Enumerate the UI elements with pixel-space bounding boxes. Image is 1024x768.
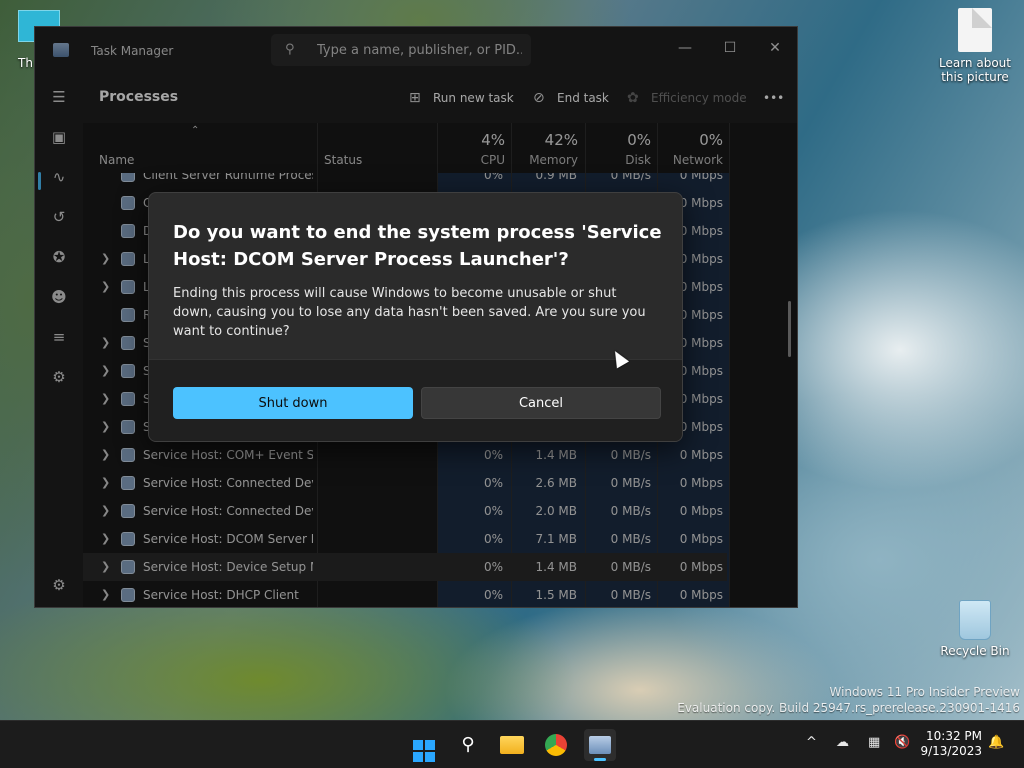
dialog-message: Ending this process will cause Windows t…	[173, 286, 646, 339]
folder-icon	[500, 736, 524, 754]
task-manager-icon	[589, 736, 611, 754]
clock-date: 9/13/2023	[920, 744, 982, 758]
dialog-title: Do you want to end the system process 'S…	[173, 222, 662, 270]
notification-bell-icon[interactable]: 🔔	[988, 735, 1004, 750]
recycle-bin-icon	[959, 600, 991, 640]
search-taskbar-button[interactable]: ⚲	[452, 729, 484, 761]
chrome-icon	[545, 734, 567, 756]
task-manager-taskbar-button[interactable]	[584, 729, 616, 761]
watermark-edition: Windows 11 Pro Insider Preview	[829, 685, 1020, 699]
onedrive-icon[interactable]: ☁	[836, 735, 849, 750]
desktop-icon-label: Recycle Bin	[940, 644, 1010, 658]
shut-down-button[interactable]: Shut down	[173, 387, 413, 419]
system-clock[interactable]: 10:32 PM 9/13/2023	[920, 729, 982, 759]
file-explorer-button[interactable]	[496, 729, 528, 761]
watermark-build: Evaluation copy. Build 25947.rs_prerelea…	[677, 701, 1020, 715]
desktop-icon-recycle-bin[interactable]: Recycle Bin	[933, 600, 1017, 658]
start-button[interactable]	[408, 729, 440, 762]
desktop-icon-label: Learn about this picture	[939, 56, 1011, 84]
desktop-icon-learn-about[interactable]: Learn about this picture	[933, 8, 1017, 84]
network-icon[interactable]: ▦	[868, 735, 880, 750]
end-process-dialog: Do you want to end the system process 'S…	[148, 192, 683, 442]
tray-overflow-chevron[interactable]: ^	[806, 735, 817, 750]
taskbar: ⚲ ^ ☁ ▦ 🔇 10:32 PM 9/13/2023 🔔	[0, 720, 1024, 768]
clock-time: 10:32 PM	[926, 729, 982, 743]
chrome-button[interactable]	[540, 729, 572, 761]
volume-muted-icon[interactable]: 🔇	[894, 735, 910, 750]
windows-logo-icon	[413, 740, 435, 762]
cancel-button[interactable]: Cancel	[421, 387, 661, 419]
search-icon: ⚲	[461, 734, 475, 755]
file-icon	[958, 8, 992, 52]
